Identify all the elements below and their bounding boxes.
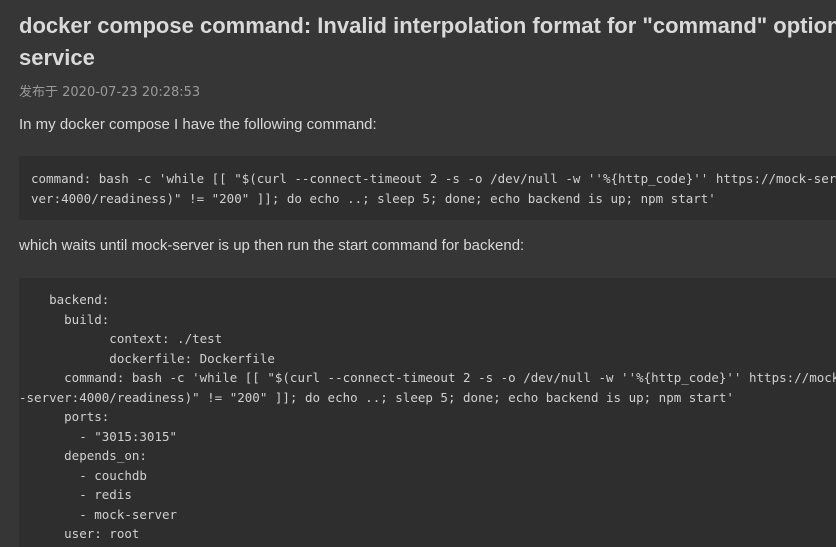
code-line: ver:4000/readiness)" != "200" ]]; do ech… xyxy=(31,190,716,206)
code-line: command: bash -c 'while [[ "$(curl --con… xyxy=(31,171,836,186)
intro-paragraph: In my docker compose I have the followin… xyxy=(19,116,377,133)
article-title: docker compose command: Invalid interpol… xyxy=(19,13,836,70)
code-block-compose: backend: build: context: ./test dockerfi… xyxy=(19,278,836,547)
code-line: -server:4000/readiness)" != "200" ]]; do… xyxy=(19,389,734,405)
code-line: depends_on: xyxy=(19,448,147,463)
code-line: user: root xyxy=(19,526,140,541)
code-line: - redis xyxy=(19,487,132,502)
code-line: command: bash -c 'while [[ "$(curl --con… xyxy=(19,370,836,385)
code-line: - mock-server xyxy=(19,506,178,522)
code-line: dockerfile: Dockerfile xyxy=(19,350,275,366)
code-line: backend: xyxy=(19,292,110,307)
code-line: ports: xyxy=(19,409,110,424)
code-block-command: command: bash -c 'while [[ "$(curl --con… xyxy=(19,156,836,220)
middle-paragraph: which waits until mock-server is up then… xyxy=(19,237,525,254)
published-timestamp: 发布于 2020-07-23 20:28:53 xyxy=(19,85,201,100)
code-line: context: ./test xyxy=(19,331,223,346)
code-line: - "3015:3015" xyxy=(19,428,178,444)
code-line: build: xyxy=(19,311,110,327)
code-line: - couchdb xyxy=(19,467,147,483)
article-page: docker compose command: Invalid interpol… xyxy=(0,0,836,547)
